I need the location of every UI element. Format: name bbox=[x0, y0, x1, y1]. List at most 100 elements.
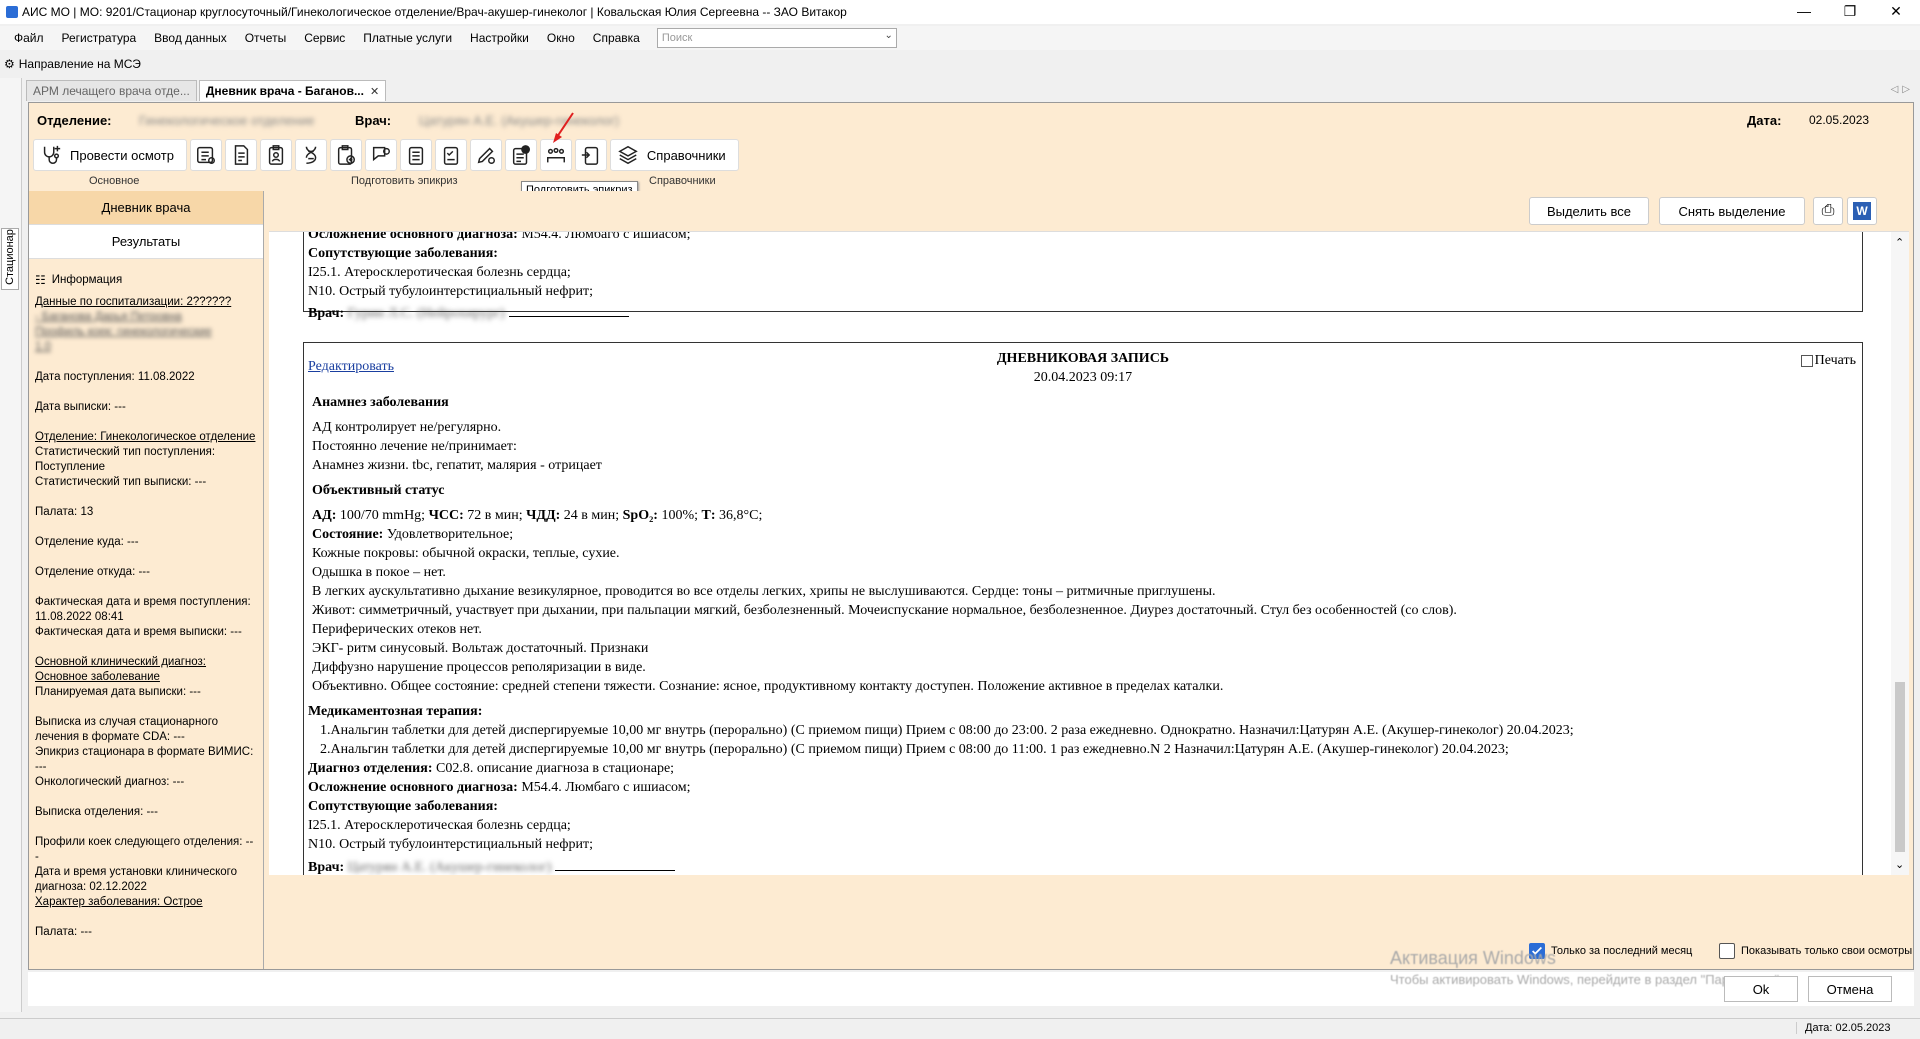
notes-button[interactable] bbox=[399, 139, 432, 171]
group-label-epicrisis: Подготовить эпикриз bbox=[351, 175, 458, 187]
sidebar: Дневник врача Результаты ☷ Информация Да… bbox=[29, 191, 264, 969]
prepare-epicrisis-button[interactable] bbox=[504, 139, 537, 171]
only-mine-label: Показывать только свои осмотры bbox=[1741, 945, 1913, 957]
pen-icon bbox=[477, 147, 495, 164]
tab-doctor-diary[interactable]: Дневник врача - Баганов... ✕ bbox=[198, 80, 387, 101]
title-bar: АИС МО | МО: 9201/Стационар круглосуточн… bbox=[0, 0, 1920, 24]
close-button[interactable]: ✕ bbox=[1876, 0, 1916, 24]
references-button[interactable]: Справочники bbox=[609, 139, 739, 171]
activation-watermark: Активация Windows bbox=[1390, 948, 1556, 968]
sidebar-item-diary[interactable]: Дневник врача bbox=[29, 191, 263, 225]
search-combobox[interactable]: Поиск ⌄ bbox=[656, 28, 897, 48]
scroll-down-icon[interactable]: ⌄ bbox=[1895, 858, 1904, 871]
status-line: Периферических отеков нет. bbox=[312, 622, 482, 637]
info-item: Палата: 13 bbox=[35, 505, 257, 520]
document-icon-button[interactable] bbox=[224, 139, 257, 171]
tab-scroll-arrows[interactable]: ◁▷ bbox=[1891, 84, 1914, 95]
info-icon: ☷ bbox=[35, 273, 46, 287]
info-item-text[interactable]: - Баганова Дарья Петровна bbox=[35, 311, 182, 323]
menu-data-entry[interactable]: Ввод данных bbox=[145, 26, 236, 50]
info-item-text[interactable]: Профиль коек: гинекологические bbox=[35, 326, 212, 338]
menu-service[interactable]: Сервис bbox=[295, 26, 354, 50]
close-icon[interactable]: ✕ bbox=[370, 85, 379, 98]
print-label: Печать bbox=[1814, 353, 1856, 368]
transfer-button[interactable] bbox=[574, 139, 607, 171]
status-line: Живот: симметричный, участвует при дыхан… bbox=[312, 603, 1457, 618]
stethoscope-plus-icon bbox=[43, 145, 61, 164]
dept-diagnosis-line: Диагноз отделения: C02.8. описание диагн… bbox=[308, 761, 675, 776]
info-item[interactable]: Характер заболевания: Острое bbox=[35, 895, 257, 910]
info-item-text: Палата: 13 bbox=[35, 506, 94, 518]
menu-registry[interactable]: Регистратура bbox=[53, 26, 146, 50]
dna-icon-button[interactable] bbox=[294, 139, 327, 171]
info-item[interactable]: 1.0 bbox=[35, 340, 257, 355]
chevron-down-icon[interactable]: ⌄ bbox=[884, 30, 892, 41]
consultation-button[interactable] bbox=[364, 139, 397, 171]
status-line: ЭКГ- ритм синусовый. Вольтаж достаточный… bbox=[312, 641, 649, 656]
deselect-button[interactable]: Снять выделение bbox=[1659, 197, 1805, 225]
info-item-text[interactable]: Данные по госпитализации: 2?????? bbox=[35, 296, 231, 308]
scroll-up-icon[interactable]: ⌃ bbox=[1895, 236, 1904, 249]
clipboard-transfer-icon bbox=[581, 146, 599, 165]
info-item[interactable]: Отделение: Гинекологическое отделение bbox=[35, 430, 257, 445]
notes-icon bbox=[408, 146, 424, 165]
restore-button[interactable]: ❐ bbox=[1830, 0, 1870, 24]
menu-settings[interactable]: Настройки bbox=[461, 26, 538, 50]
menu-help[interactable]: Справка bbox=[584, 26, 649, 50]
record1-line: I25.1. Атеросклеротическая болезнь сердц… bbox=[308, 263, 1862, 282]
status-bar: Дата: 02.05.2023 bbox=[0, 1018, 1920, 1039]
comorbidity-line: N10. Острый тубулоинтерстициальный нефри… bbox=[308, 837, 594, 852]
patient-card-button[interactable] bbox=[259, 139, 292, 171]
sidebar-item-results[interactable]: Результаты bbox=[29, 225, 263, 259]
record2-doctor-name: Цатурян А.Е. (Акушер-гинеколог) bbox=[347, 860, 552, 875]
export-word-button[interactable]: W bbox=[1847, 197, 1877, 225]
menu-window[interactable]: Окно bbox=[538, 26, 584, 50]
clipboard-user-icon bbox=[268, 145, 284, 165]
only-mine-checkbox[interactable] bbox=[1719, 943, 1735, 959]
record1-line-text: I25.1. Атеросклеротическая болезнь сердц… bbox=[308, 265, 571, 280]
info-item-text: Палата: --- bbox=[35, 926, 92, 938]
med-kit-button[interactable] bbox=[329, 139, 362, 171]
info-item[interactable]: Данные по госпитализации: 2?????? bbox=[35, 295, 257, 310]
print-checkbox[interactable] bbox=[1800, 354, 1813, 367]
sign-button[interactable] bbox=[469, 139, 502, 171]
group-label-references: Справочники bbox=[649, 175, 716, 187]
comorbidity-line: I25.1. Атеросклеротическая болезнь сердц… bbox=[308, 818, 571, 833]
checklist-button[interactable] bbox=[434, 139, 467, 171]
info-item[interactable]: - Баганова Дарья Петровна bbox=[35, 310, 257, 325]
state-line: Состояние: Удовлетворительное; bbox=[312, 527, 514, 542]
info-item: Онкологический диагноз: --- bbox=[35, 775, 257, 790]
info-item-text[interactable]: 1.0 bbox=[35, 341, 51, 353]
document-icon bbox=[234, 145, 249, 165]
scroll-thumb[interactable] bbox=[1895, 682, 1905, 852]
info-item: Палата: --- bbox=[35, 925, 257, 940]
info-item-text: Фактическая дата и время выписки: --- bbox=[35, 626, 242, 638]
list-icon-button[interactable] bbox=[189, 139, 222, 171]
info-item-text[interactable]: Основной клинический диагноз: Основное з… bbox=[35, 656, 206, 683]
info-item-text[interactable]: Характер заболевания: Острое bbox=[35, 896, 203, 908]
mse-referral-link[interactable]: Направление на МСЭ bbox=[19, 57, 141, 71]
info-item-text: Выписка из случая стационарного лечения … bbox=[35, 716, 219, 743]
info-item-text[interactable]: Отделение: Гинекологическое отделение bbox=[35, 431, 255, 443]
inpatient-dock-tab[interactable]: Стационар bbox=[1, 228, 19, 290]
vertical-scrollbar[interactable]: ⌃ ⌄ bbox=[1891, 232, 1909, 875]
select-all-button[interactable]: Выделить все bbox=[1529, 197, 1649, 225]
info-item: Дата и время установки клинического диаг… bbox=[35, 865, 257, 895]
cancel-button[interactable]: Отмена bbox=[1808, 976, 1892, 1002]
diary-record: Редактировать ДНЕВНИКОВАЯ ЗАПИСЬ 20.04.2… bbox=[303, 342, 1863, 875]
ok-button[interactable]: Ok bbox=[1724, 976, 1798, 1002]
tab-arm-doctor[interactable]: АРМ лечащего врача отде... bbox=[26, 80, 197, 101]
group-label-main: Основное bbox=[89, 175, 140, 187]
info-item[interactable]: Основной клинический диагноз: Основное з… bbox=[35, 655, 257, 685]
status-line: В легких аускультативно дыхание везикуля… bbox=[312, 584, 1216, 599]
info-list: Данные по госпитализации: 2?????? - Баган… bbox=[35, 295, 257, 955]
info-item[interactable]: Профиль коек: гинекологические bbox=[35, 325, 257, 340]
menu-file[interactable]: Файл bbox=[0, 26, 53, 50]
menu-reports[interactable]: Отчеты bbox=[236, 26, 295, 50]
dept-label: Отделение: bbox=[37, 113, 112, 128]
conduct-exam-button[interactable]: Провести осмотр bbox=[33, 139, 187, 171]
print-button[interactable]: ⎙ bbox=[1813, 197, 1843, 225]
minimize-button[interactable]: — bbox=[1784, 0, 1824, 24]
record1-line: Осложнение основного диагноза: M54.4. Лю… bbox=[308, 232, 1862, 244]
menu-paid-services[interactable]: Платные услуги bbox=[354, 26, 461, 50]
